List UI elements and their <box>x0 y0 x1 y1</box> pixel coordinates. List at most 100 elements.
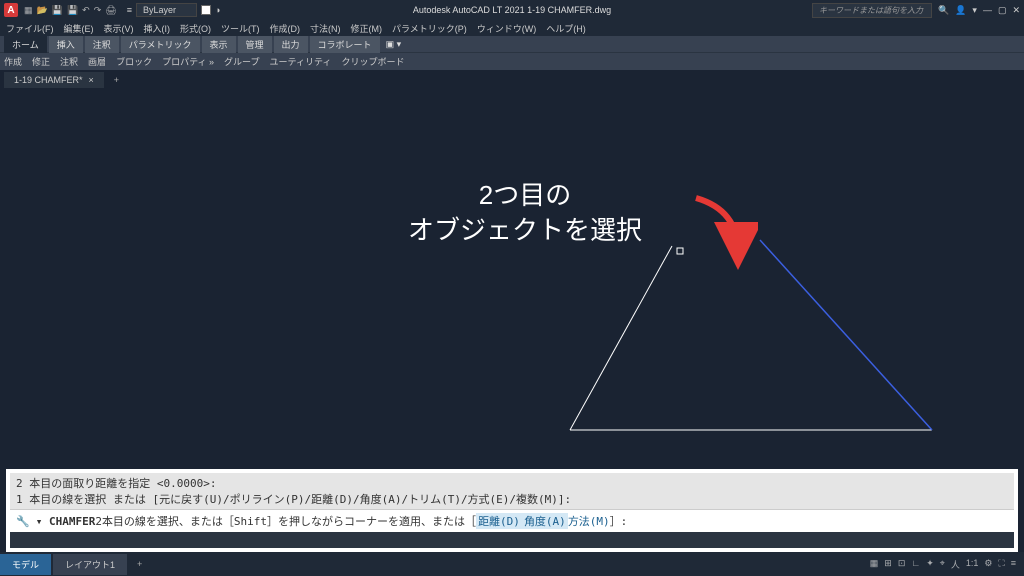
customize-icon[interactable]: 🔧 <box>16 515 30 528</box>
panel-modify: 修正 <box>32 55 50 68</box>
title-bar: A ▦ 📂 💾 💾 ↶ ↷ 🖨 ≡ ByLayer ◑ Autodesk Aut… <box>0 0 1024 20</box>
ribbon-expand-icon[interactable]: ▣ ▾ <box>386 39 402 50</box>
status-fullscreen-icon[interactable]: ⛶ <box>998 558 1004 571</box>
file-tab-label: 1-19 CHAMFER* <box>14 75 83 85</box>
status-polar-icon[interactable]: ✦ <box>926 558 934 571</box>
command-num: 2 <box>95 515 102 528</box>
tab-insert[interactable]: 挿入 <box>49 36 83 53</box>
status-right-icons[interactable]: ▦ ⊞ ⊡ ∟ ✦ ⌖ 人 1:1 ⚙ ⛶ ≡ <box>870 558 1024 571</box>
history-line-1: 2 本目の面取り距離を指定 <0.0000>: <box>16 475 1008 491</box>
ribbon-tabs[interactable]: ホーム 挿入 注釈 パラメトリック 表示 管理 出力 コラボレート ▣ ▾ <box>0 36 1024 52</box>
status-ortho-icon[interactable]: ∟ <box>911 558 920 571</box>
status-snap-icon[interactable]: ⊡ <box>898 558 906 571</box>
menu-dimension[interactable]: 寸法(N) <box>310 22 341 35</box>
option-angle[interactable]: 角度(A) <box>522 513 568 529</box>
menu-modify[interactable]: 修正(M) <box>351 22 383 35</box>
file-tab-close-icon[interactable]: × <box>89 75 94 85</box>
menu-draw[interactable]: 作成(D) <box>270 22 301 35</box>
tab-collaborate[interactable]: コラボレート <box>310 36 380 53</box>
command-prompt-text-b: ］: <box>610 513 628 529</box>
command-window[interactable]: ⠿ ✕ 2 本目の面取り距離を指定 <0.0000>: 1 本目の線を選択 また… <box>6 469 1018 552</box>
prompt-caret-icon: ▾ <box>36 515 43 528</box>
menu-edit[interactable]: 編集(E) <box>64 22 94 35</box>
status-bar[interactable]: モデル レイアウト1 + ▦ ⊞ ⊡ ∟ ✦ ⌖ 人 1:1 ⚙ ⛶ ≡ <box>0 552 1024 576</box>
tab-home[interactable]: ホーム <box>4 36 47 53</box>
command-prompt-text-a: 本目の線を選択、または［Shift］を押しながらコーナーを適用、または［ <box>102 513 476 529</box>
annotation-arrow-icon <box>688 190 758 270</box>
window-title: Autodesk AutoCAD LT 2021 1-19 CHAMFER.dw… <box>413 5 611 15</box>
drawing-geometry <box>0 90 1024 460</box>
panel-block: ブロック <box>116 55 152 68</box>
new-icon[interactable]: ▦ <box>24 5 33 16</box>
panel-layer: 画層 <box>88 55 106 68</box>
file-tab-active[interactable]: 1-19 CHAMFER* × <box>4 72 104 88</box>
panel-properties: プロパティ » <box>162 55 214 68</box>
close-icon[interactable]: ✕ <box>1012 5 1020 16</box>
layer-control[interactable]: ≡ ByLayer ◑ <box>127 3 221 17</box>
undo-icon[interactable]: ↶ <box>82 5 90 16</box>
menu-window[interactable]: ウィンドウ(W) <box>477 22 537 35</box>
annotation-line1: 2つ目の <box>408 178 642 213</box>
panel-utilities: ユーティリティ <box>270 55 332 68</box>
tab-annotate[interactable]: 注釈 <box>85 36 119 53</box>
status-custom-icon[interactable]: ≡ <box>1011 558 1016 571</box>
ribbon-panel-labels: 作成 修正 注釈 画層 ブロック プロパティ » グループ ユーティリティ クリ… <box>0 52 1024 70</box>
layer-dropdown[interactable]: ByLayer <box>136 3 197 17</box>
menu-view[interactable]: 表示(V) <box>104 22 134 35</box>
search-icon[interactable]: 🔍 <box>938 5 949 16</box>
maximize-icon[interactable]: ▢ <box>998 5 1007 16</box>
command-history: ⠿ ✕ 2 本目の面取り距離を指定 <0.0000>: 1 本目の線を選択 また… <box>10 473 1014 509</box>
command-name: CHAMFER <box>49 515 95 528</box>
option-method[interactable]: 方法(M) <box>568 513 610 529</box>
line-second-object[interactable] <box>760 240 932 430</box>
status-grid-icon[interactable]: ⊞ <box>884 558 892 571</box>
tab-manage[interactable]: 管理 <box>238 36 272 53</box>
status-gear-icon[interactable]: ⚙ <box>984 558 992 571</box>
status-tab-add[interactable]: + <box>129 555 150 573</box>
menu-parametric[interactable]: パラメトリック(P) <box>392 22 467 35</box>
option-distance[interactable]: 距離(D) <box>476 513 522 529</box>
signin-icon[interactable]: 👤 <box>955 5 966 16</box>
redo-icon[interactable]: ↷ <box>94 5 102 16</box>
saveas-icon[interactable]: 💾 <box>67 5 78 16</box>
linetype-icon: ≡ <box>127 5 132 15</box>
minimize-icon[interactable]: — <box>983 5 992 16</box>
plot-icon[interactable]: 🖨 <box>105 5 116 16</box>
status-tab-layout1[interactable]: レイアウト1 <box>53 554 127 575</box>
save-icon[interactable]: 💾 <box>52 5 63 16</box>
annotation-text: 2つ目の オブジェクトを選択 <box>408 178 642 248</box>
status-tab-model[interactable]: モデル <box>0 554 51 575</box>
menu-bar[interactable]: ファイル(F) 編集(E) 表示(V) 挿入(I) 形式(O) ツール(T) 作… <box>0 20 1024 36</box>
tab-parametric[interactable]: パラメトリック <box>121 36 200 53</box>
tab-output[interactable]: 出力 <box>274 36 308 53</box>
search-input[interactable]: キーワードまたは語句を入力 <box>812 3 932 18</box>
menu-format[interactable]: 形式(O) <box>180 22 211 35</box>
help-icon[interactable]: ▾ <box>972 5 977 16</box>
file-tabs[interactable]: 1-19 CHAMFER* × + <box>0 70 1024 90</box>
menu-file[interactable]: ファイル(F) <box>6 22 54 35</box>
file-tab-add[interactable]: + <box>108 73 125 87</box>
match-prop-icon[interactable]: ◑ <box>215 5 220 15</box>
status-scale-icon[interactable]: 1:1 <box>966 558 979 571</box>
color-swatch[interactable] <box>201 5 211 15</box>
app-logo: A <box>4 3 18 17</box>
line-first-object[interactable] <box>570 246 672 430</box>
status-model-icon[interactable]: ▦ <box>870 558 879 571</box>
command-close-icon[interactable]: ✕ <box>0 483 1 496</box>
quick-access-toolbar[interactable]: ▦ 📂 💾 💾 ↶ ↷ 🖨 <box>24 5 117 16</box>
annotation-line2: オブジェクトを選択 <box>408 213 642 248</box>
history-line-2: 1 本目の線を選択 または [元に戻す(U)/ポリライン(P)/距離(D)/角度… <box>16 491 1008 507</box>
menu-insert[interactable]: 挿入(I) <box>144 22 171 35</box>
menu-tools[interactable]: ツール(T) <box>221 22 260 35</box>
panel-group: グループ <box>224 55 259 68</box>
status-osnap-icon[interactable]: ⌖ <box>940 558 945 571</box>
open-icon[interactable]: 📂 <box>37 5 48 16</box>
panel-clipboard: クリップボード <box>341 55 404 68</box>
panel-draw: 作成 <box>4 55 22 68</box>
status-anno-icon[interactable]: 人 <box>951 558 960 571</box>
menu-help[interactable]: ヘルプ(H) <box>546 22 586 35</box>
command-input-line[interactable]: 🔧 ▾ CHAMFER 2 本目の線を選択、または［Shift］を押しながらコー… <box>10 509 1014 532</box>
drawing-canvas[interactable]: 2つ目の オブジェクトを選択 <box>0 90 1024 460</box>
tab-view[interactable]: 表示 <box>202 36 236 53</box>
command-below-strip <box>10 532 1014 548</box>
